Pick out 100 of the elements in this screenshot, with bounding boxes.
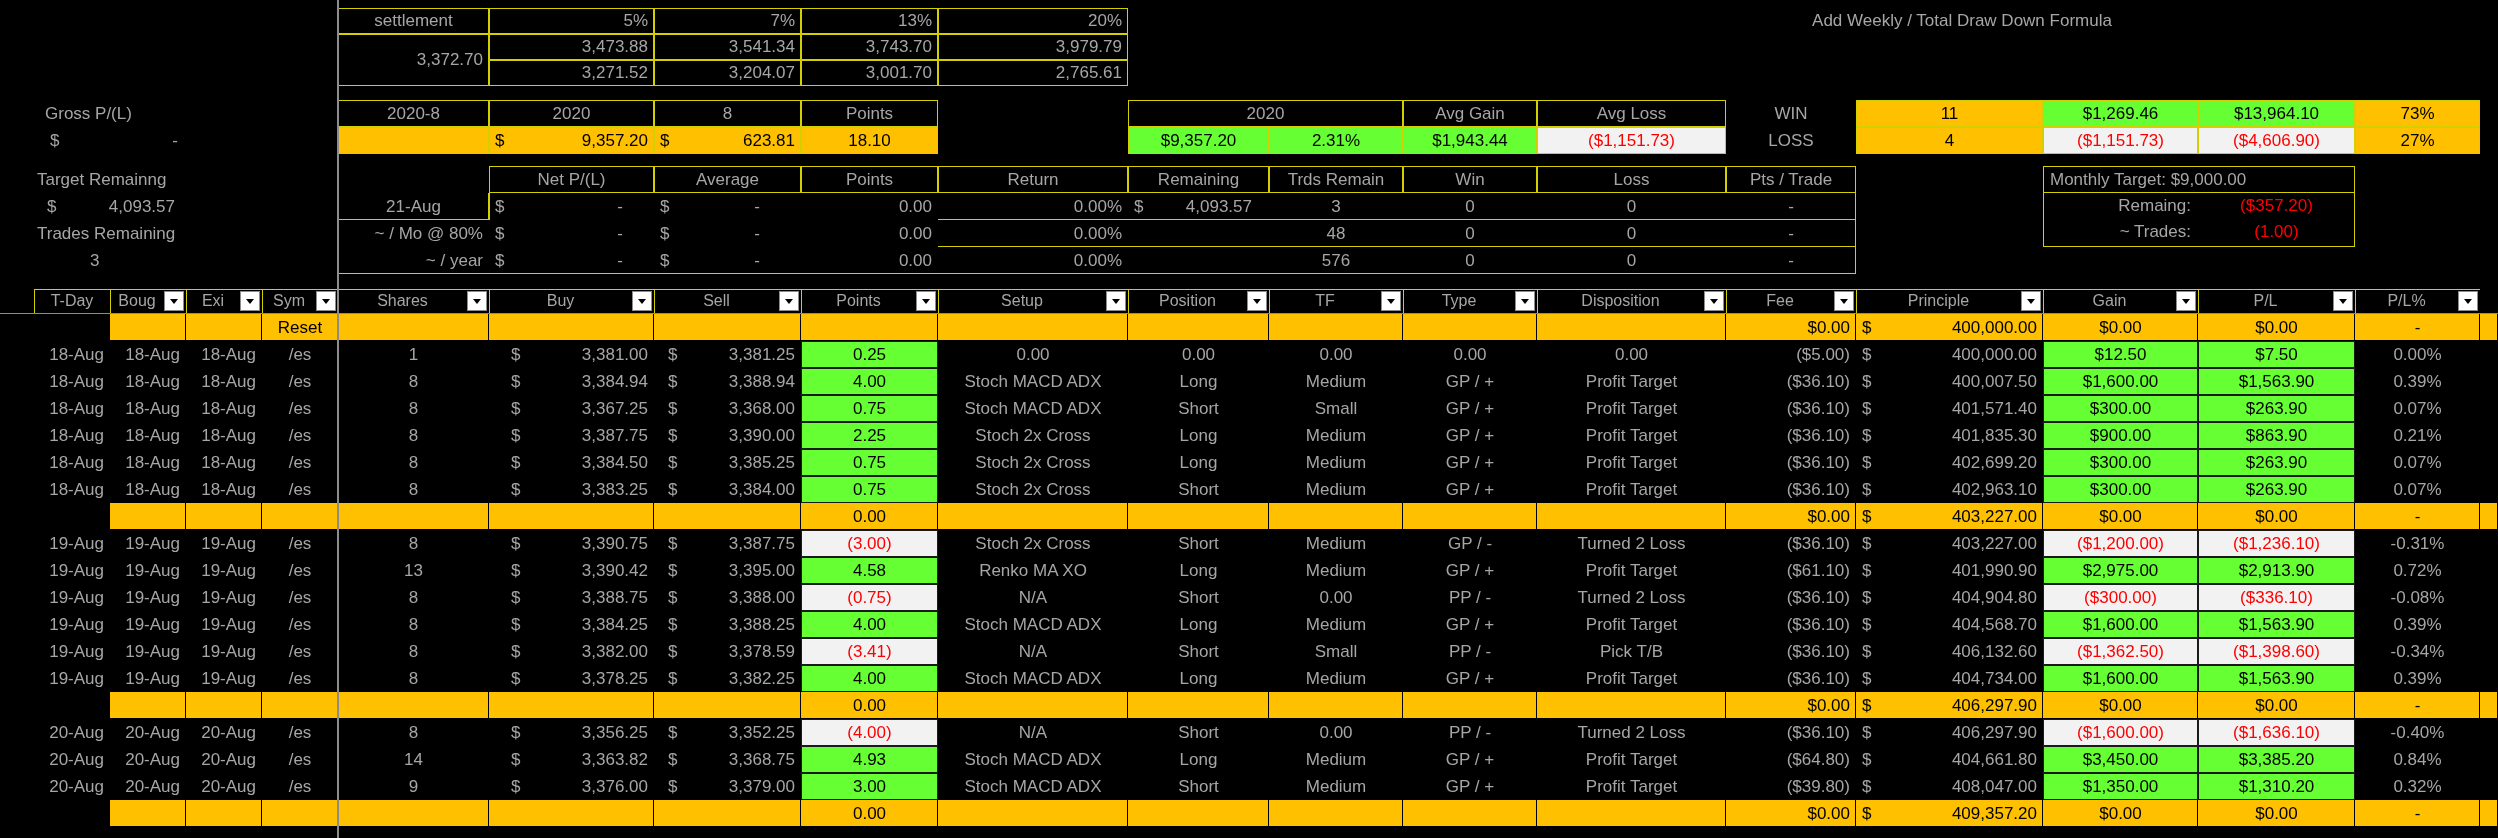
table-cell-text: 0.00: [897, 222, 933, 245]
column-header: Principle: [1906, 292, 1971, 310]
currency-sign: $: [668, 479, 678, 500]
table-cell-text: 18-Aug: [124, 370, 181, 393]
currency-sign: $: [1862, 560, 1872, 581]
pl-cell: ($1,236.10): [2198, 530, 2355, 557]
label: LOSS: [1767, 129, 1815, 152]
table-cell-text: 0.00: [897, 195, 933, 218]
table-cell-text: 18-Aug: [48, 451, 105, 474]
table-cell: $13,964.10: [2198, 100, 2355, 127]
table-cell-text: 0.00: [1318, 343, 1354, 366]
amount: 3,382.00: [581, 641, 648, 662]
table-cell: 2020: [1128, 100, 1403, 127]
table-cell: 0.00%: [938, 220, 1128, 247]
amount: 3,379.00: [728, 776, 795, 797]
table-cell-text: Medium: [1304, 667, 1368, 690]
amount: -: [172, 130, 178, 151]
amount: 401,990.90: [1951, 560, 2037, 581]
filter-dropdown-button[interactable]: [1106, 291, 1126, 311]
amount: 3,390.42: [581, 560, 648, 581]
panel-title: Monthly Target: $9,000.00: [2044, 167, 2354, 193]
currency-sign: $: [660, 223, 670, 244]
points-cell: 0.75: [801, 449, 938, 476]
filter-dropdown-button[interactable]: [1381, 291, 1401, 311]
table-cell-text: Stoch MACD ADX: [963, 613, 1103, 636]
table-cell: 3,271.52: [489, 60, 654, 86]
table-cell: ($4,606.90): [2198, 127, 2355, 154]
gain-cell: ($1,362.50): [2043, 638, 2198, 665]
currency-sign: $: [1862, 776, 1872, 797]
filter-dropdown-button[interactable]: [2176, 291, 2196, 311]
amount: 4,093.57: [1185, 196, 1252, 217]
gain-cell: $1,600.00: [2043, 611, 2198, 638]
filter-dropdown-button[interactable]: [632, 291, 652, 311]
filter-dropdown-button[interactable]: [779, 291, 799, 311]
table-cell-text: 8: [407, 370, 420, 393]
table-cell: -: [2355, 314, 2480, 341]
table-cell-text: 0.07%: [2392, 478, 2443, 501]
table-cell: ($1,151.73): [1537, 127, 1726, 154]
table-cell-text: Long: [1178, 667, 1219, 690]
currency-sign: $: [511, 587, 521, 608]
filter-dropdown-button[interactable]: [467, 291, 487, 311]
filter-dropdown-button[interactable]: [1247, 291, 1267, 311]
points-cell: 0.75: [801, 395, 938, 422]
table-cell-text: ($36.10): [1785, 424, 1851, 447]
amount: 3,384.25: [581, 614, 648, 635]
amount: 3,368.00: [728, 398, 795, 419]
filter-dropdown-button[interactable]: [164, 291, 184, 311]
filter-dropdown-button[interactable]: [316, 291, 336, 311]
column-header: Shares: [376, 292, 429, 310]
filter-dropdown-button[interactable]: [1834, 291, 1854, 311]
pl-cell: $863.90: [2198, 422, 2355, 449]
filter-dropdown-button[interactable]: [916, 291, 936, 311]
filter-dropdown-button[interactable]: [2458, 291, 2478, 311]
table-cell-text: 9: [407, 775, 420, 798]
table-cell-text: 18-Aug: [48, 424, 105, 447]
caret-icon: [922, 298, 930, 304]
table-cell: 73%: [2355, 100, 2480, 127]
table-cell-text: Turned 2 Loss: [1576, 721, 1687, 744]
table-cell-text: 18-Aug: [48, 343, 105, 366]
filter-dropdown-button[interactable]: [1515, 291, 1535, 311]
table-cell-text: /es: [287, 343, 313, 366]
currency-sign: $: [50, 130, 60, 151]
gain-cell: $1,350.00: [2043, 773, 2198, 800]
caret-icon: [1112, 298, 1120, 304]
caret-icon: [638, 298, 646, 304]
table-cell-text: 0.72%: [2392, 559, 2443, 582]
table-cell-text: 20-Aug: [48, 748, 105, 771]
filter-dropdown-button[interactable]: [2021, 291, 2041, 311]
filter-dropdown-button[interactable]: [2333, 291, 2353, 311]
table-cell-text: 18-Aug: [200, 478, 257, 501]
table-cell: 5%: [489, 8, 654, 34]
table-cell: 0: [1537, 247, 1726, 274]
table-cell-text: 0.00%: [2392, 343, 2443, 366]
currency-sign: $: [668, 722, 678, 743]
currency-sign: $: [668, 398, 678, 419]
label: Gross P/(L): [44, 102, 133, 125]
caret-icon: [1710, 298, 1718, 304]
table-cell-text: 18-Aug: [200, 424, 257, 447]
table-cell-text: 18-Aug: [124, 343, 181, 366]
table-cell-text: GP / +: [1444, 559, 1496, 582]
table-cell-text: 8: [407, 397, 420, 420]
caret-icon: [785, 298, 793, 304]
table-cell: 0.00: [801, 800, 938, 827]
points-cell: (3.41): [801, 638, 938, 665]
value: ($357.20): [2239, 195, 2314, 217]
table-cell-text: /es: [287, 586, 313, 609]
table-cell-text: 19-Aug: [48, 559, 105, 582]
table-cell: -: [1726, 193, 1856, 220]
column-header: Boug: [117, 292, 157, 310]
table-cell-text: Medium: [1304, 613, 1368, 636]
points-cell: 4.93: [801, 746, 938, 773]
filter-dropdown-button[interactable]: [1704, 291, 1724, 311]
table-cell: $0.00: [2198, 503, 2355, 530]
filter-dropdown-button[interactable]: [240, 291, 260, 311]
amount: 4,093.57: [108, 196, 175, 217]
amount: -: [754, 250, 760, 271]
pl-cell: $1,563.90: [2198, 368, 2355, 395]
caret-icon: [2339, 298, 2347, 304]
table-cell-text: Long: [1178, 559, 1219, 582]
points-cell: (4.00): [801, 719, 938, 746]
